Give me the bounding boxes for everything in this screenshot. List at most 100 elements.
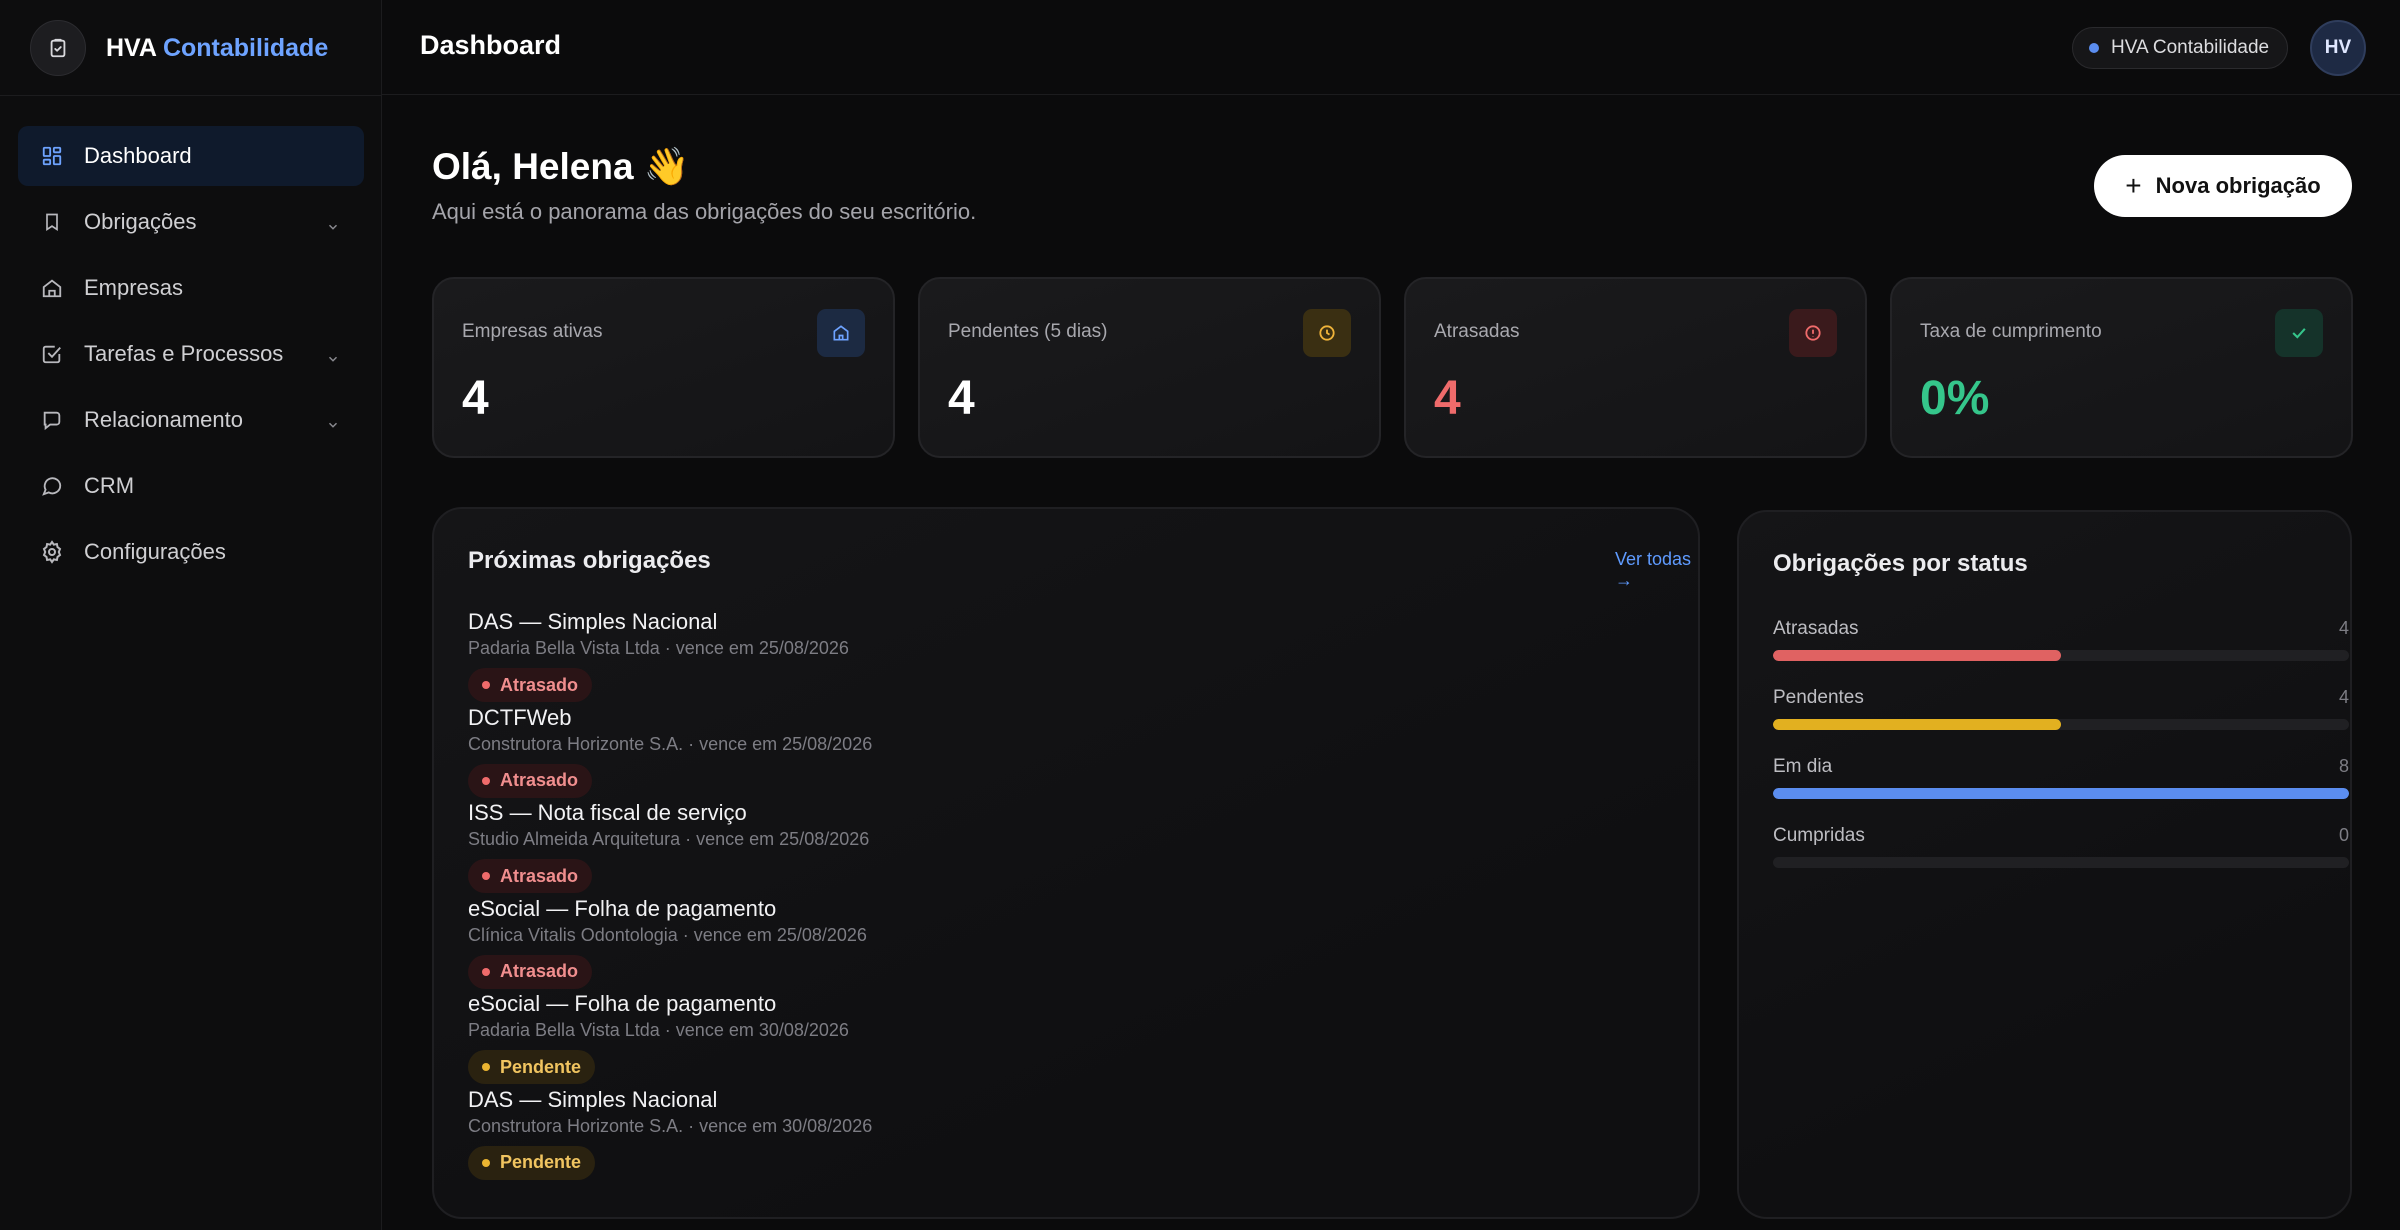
- status-label: Atrasado: [500, 865, 579, 886]
- status-label: Pendentes: [1773, 687, 1864, 708]
- status-badge: Atrasado: [468, 859, 593, 894]
- stat-label: Atrasadas: [1434, 321, 1520, 342]
- panel-title: Próximas obrigações: [468, 547, 711, 574]
- chevron-down-icon: [326, 214, 340, 240]
- sidebar-item-empresas[interactable]: Empresas: [18, 258, 364, 318]
- clock-icon: [1303, 309, 1351, 357]
- sidebar-item-label: Dashboard: [84, 143, 192, 168]
- new-obligation-button[interactable]: + Nova obrigação: [2094, 155, 2352, 217]
- checkbox-icon: [40, 342, 64, 366]
- sidebar-item-obrigacoes[interactable]: Obrigações: [18, 192, 364, 252]
- sidebar-item-label: Tarefas e Processos: [84, 341, 284, 366]
- layout-dashboard-icon: [40, 144, 64, 168]
- sidebar-item-relacionamento[interactable]: Relacionamento: [18, 390, 364, 450]
- stat-card-pendentes: Pendentes (5 dias) 4: [918, 277, 1381, 458]
- status-dot: [482, 776, 490, 785]
- brand-name-part2: Contabilidade: [162, 33, 329, 62]
- status-bars: Atrasadas 4 Pendentes 4 Em dia 8 Cumprid…: [1773, 618, 2349, 894]
- status-count: 0: [2338, 825, 2349, 845]
- sidebar-item-label: Empresas: [84, 275, 184, 300]
- obligation-meta: Clínica Vitalis Odontologia · vence em 2…: [468, 924, 867, 945]
- list-item[interactable]: ISS — Nota fiscal de serviço Studio Alme…: [468, 799, 1618, 895]
- status-badge: Pendente: [468, 1050, 596, 1085]
- check-icon: [2275, 309, 2323, 357]
- obligation-name: eSocial — Folha de pagamento: [468, 895, 777, 921]
- chevron-down-icon: [326, 346, 340, 372]
- message-circle-icon: [40, 474, 64, 498]
- upcoming-obligations-panel: Próximas obrigações Ver todas → DAS — Si…: [432, 507, 1700, 1219]
- status-label: Atrasadas: [1773, 618, 1859, 639]
- status-dot: [482, 872, 490, 881]
- greeting-subtitle: Aqui está o panorama das obrigações do s…: [432, 199, 977, 224]
- sidebar-item-dashboard[interactable]: Dashboard: [18, 126, 364, 186]
- progress-track: [1773, 719, 2349, 730]
- progress-track: [1773, 650, 2349, 661]
- list-item[interactable]: eSocial — Folha de pagamento Clínica Vit…: [468, 895, 1618, 991]
- obligation-name: DAS — Simples Nacional: [468, 609, 718, 634]
- status-count: 8: [2338, 756, 2349, 776]
- stat-value: 4: [1434, 372, 1461, 425]
- status-dot: [482, 681, 490, 689]
- obligation-name: DCTFWeb: [468, 704, 572, 730]
- list-item[interactable]: DCTFWeb Construtora Horizonte S.A. · ven…: [468, 704, 1618, 800]
- list-item[interactable]: eSocial — Folha de pagamento Padaria Bel…: [468, 990, 1618, 1086]
- status-row-em-dia: Em dia 8: [1773, 756, 2349, 825]
- org-selector[interactable]: HVA Contabilidade: [2072, 27, 2289, 69]
- status-row-cumpridas: Cumpridas 0: [1773, 825, 2349, 894]
- status-badge: Atrasado: [468, 954, 593, 989]
- status-count: 4: [2338, 687, 2349, 707]
- stat-card-empresas: Empresas ativas 4: [432, 277, 895, 458]
- clipboard-check-icon: [30, 20, 86, 76]
- stat-card-taxa: Taxa de cumprimento 0%: [1890, 277, 2353, 458]
- status-count: 4: [2338, 618, 2349, 638]
- obligation-meta: Construtora Horizonte S.A. · vence em 30…: [468, 1115, 873, 1136]
- progress-fill: [1773, 650, 2061, 661]
- obligation-name: DAS — Simples Nacional: [468, 1086, 718, 1112]
- status-panel: Obrigações por status Atrasadas 4 Penden…: [1737, 510, 2352, 1219]
- brand[interactable]: HVA Contabilidade: [30, 20, 328, 76]
- sidebar-item-tarefas[interactable]: Tarefas e Processos: [18, 324, 364, 384]
- obligation-meta: Padaria Bella Vista Ltda · vence em 30/0…: [468, 1020, 849, 1041]
- top-bar: Dashboard HVA Contabilidade HV: [382, 0, 2400, 95]
- sidebar-item-configuracoes[interactable]: Configurações: [18, 522, 364, 582]
- sidebar-item-label: Configurações: [84, 539, 226, 564]
- status-label: Cumpridas: [1773, 825, 1865, 846]
- stat-value: 4: [948, 372, 975, 425]
- chevron-down-icon: [326, 412, 340, 438]
- sidebar: HVA Contabilidade Dashboard Obrigações E…: [0, 0, 382, 1230]
- org-label: HVA Contabilidade: [2111, 37, 2270, 58]
- sidebar-item-crm[interactable]: CRM: [18, 456, 364, 516]
- obligation-name: ISS — Nota fiscal de serviço: [468, 800, 747, 826]
- status-dot: [482, 1063, 490, 1072]
- obligation-meta: Construtora Horizonte S.A. · vence em 25…: [468, 733, 873, 754]
- plus-icon: +: [2125, 170, 2142, 201]
- greeting-title: Olá, Helena 👋: [432, 146, 690, 187]
- list-item[interactable]: DAS — Simples Nacional Construtora Horiz…: [468, 1086, 1618, 1182]
- sidebar-item-label: Relacionamento: [84, 407, 243, 432]
- progress-fill: [1773, 788, 2349, 799]
- message-square-icon: [40, 408, 64, 432]
- stat-label: Pendentes (5 dias): [948, 321, 1108, 342]
- obligations-list: DAS — Simples Nacional Padaria Bella Vis…: [468, 608, 1618, 1182]
- obligation-meta: Studio Almeida Arquitetura · vence em 25…: [468, 829, 870, 850]
- new-obligation-label: Nova obrigação: [2155, 173, 2321, 198]
- view-all-link[interactable]: Ver todas →: [1615, 549, 1698, 591]
- status-badge: Pendente: [468, 1145, 596, 1180]
- status-row-atrasadas: Atrasadas 4: [1773, 618, 2349, 687]
- progress-track: [1773, 788, 2349, 799]
- status-badge: Atrasado: [468, 668, 593, 702]
- page-title: Dashboard: [420, 30, 562, 60]
- stat-label: Empresas ativas: [462, 321, 603, 342]
- avatar[interactable]: HV: [2310, 20, 2366, 76]
- divider: [0, 95, 382, 96]
- status-dot: [2089, 43, 2099, 53]
- building-icon: [817, 309, 865, 357]
- panel-title: Obrigações por status: [1773, 550, 2028, 577]
- stat-label: Taxa de cumprimento: [1920, 321, 2102, 342]
- progress-track: [1773, 857, 2349, 868]
- home-icon: [40, 276, 64, 300]
- status-label: Atrasado: [500, 674, 579, 695]
- list-item[interactable]: DAS — Simples Nacional Padaria Bella Vis…: [468, 608, 1618, 704]
- sidebar-nav: Dashboard Obrigações Empresas Tarefas e …: [18, 126, 364, 588]
- status-label: Em dia: [1773, 756, 1833, 777]
